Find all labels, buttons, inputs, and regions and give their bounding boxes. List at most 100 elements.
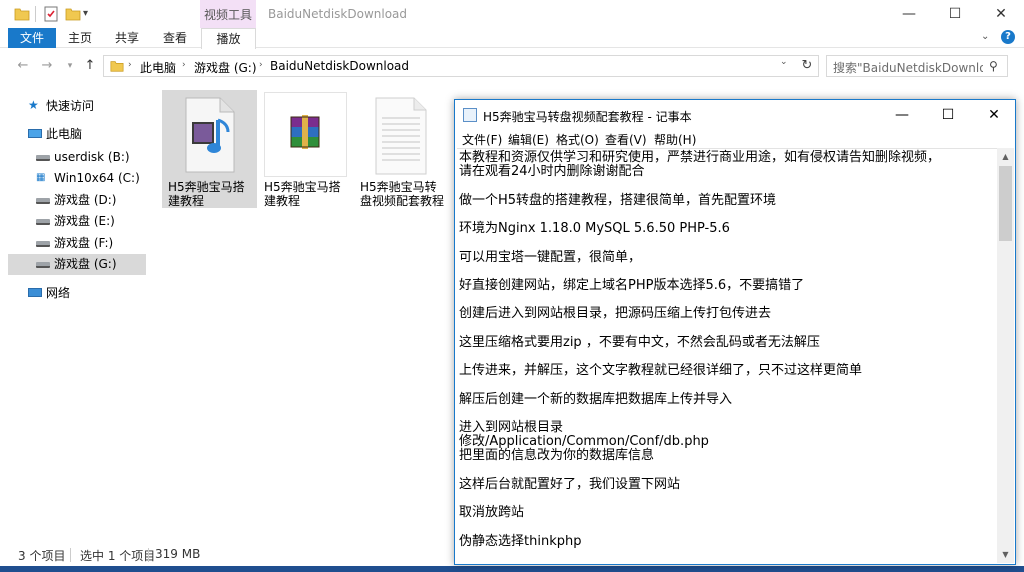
properties-icon[interactable] [43, 6, 59, 22]
recent-locations-chevron-icon[interactable]: ▾ [60, 56, 80, 76]
breadcrumb-current-folder[interactable]: BaiduNetdiskDownload [270, 59, 409, 73]
tab-file[interactable]: 文件 [8, 28, 56, 48]
search-icon[interactable]: ⚲ [989, 59, 998, 73]
minimize-button[interactable]: — [886, 0, 932, 28]
scrollbar-thumb[interactable] [999, 166, 1012, 241]
nav-item-drive-d[interactable]: 游戏盘 (D:) [8, 190, 146, 211]
menu-format[interactable]: 格式(O) [556, 131, 599, 148]
drive-icon [36, 219, 50, 225]
nav-item-userdisk-b[interactable]: userdisk (B:) [8, 147, 146, 168]
help-icon[interactable]: ? [1001, 30, 1015, 44]
file-item-video[interactable]: H5奔驰宝马搭建教程 [162, 90, 257, 208]
address-folder-icon [110, 59, 124, 76]
nav-item-quick-access[interactable]: ★ 快速访问 [8, 96, 146, 117]
quick-access-separator [35, 6, 36, 22]
computer-icon [28, 129, 42, 138]
video-file-icon [168, 92, 251, 177]
folder-icon[interactable] [14, 6, 30, 22]
scroll-down-arrow-icon[interactable]: ▼ [997, 546, 1014, 563]
drive-icon [36, 262, 50, 268]
text-line: 请在观看24小时内删除谢谢配合 [459, 164, 645, 179]
tab-play[interactable]: 播放 [201, 28, 256, 49]
tab-view[interactable]: 查看 [154, 28, 196, 48]
text-line: 这里压缩格式要用zip ，不要有中文，不然会乱码或者无法解压 [459, 335, 820, 350]
up-arrow-icon[interactable]: ↑ [80, 56, 100, 76]
selection-count: 选中 1 个项目 [80, 549, 156, 563]
text-line: 修改/Application/Common/Conf/db.php [459, 434, 709, 449]
notepad-title: H5奔驰宝马转盘视频配套教程 - 记事本 [483, 110, 692, 124]
menu-help[interactable]: 帮助(H) [654, 131, 696, 148]
file-name: H5奔驰宝马搭建教程 [264, 180, 341, 208]
text-line: 做一个H5转盘的搭建教程，搭建很简单，首先配置环境 [459, 193, 777, 208]
selection-size: 319 MB [155, 547, 201, 561]
nav-item-this-pc[interactable]: 此电脑 [8, 124, 146, 145]
text-line: 取消放跨站 [459, 505, 525, 520]
notepad-window[interactable]: H5奔驰宝马转盘视频配套教程 - 记事本 — ☐ ✕ 文件(F) 编辑(E) 格… [454, 99, 1016, 565]
notepad-icon [463, 108, 477, 122]
expand-ribbon-chevron-icon[interactable]: ⌄ [981, 31, 989, 42]
notepad-close-button[interactable]: ✕ [971, 100, 1017, 130]
tab-share[interactable]: 共享 [106, 28, 148, 48]
text-line: 伪静态选择thinkphp [459, 534, 582, 549]
scroll-up-arrow-icon[interactable]: ▲ [997, 148, 1014, 165]
quick-access-dropdown-icon[interactable]: ▾ [83, 8, 99, 24]
ribbon-tabs: 文件 主页 共享 查看 播放 ⌄ ? [0, 28, 1024, 49]
notepad-maximize-button[interactable]: ☐ [925, 100, 971, 130]
forward-arrow-icon[interactable]: → [37, 56, 57, 76]
search-box[interactable]: 搜索"BaiduNetdiskDownlo... ⚲ [826, 55, 1008, 77]
file-name: H5奔驰宝马转盘视频配套教程 [360, 180, 445, 208]
nav-item-drive-f[interactable]: 游戏盘 (F:) [8, 233, 146, 254]
status-separator [148, 548, 149, 562]
video-tools-context-tab: 视频工具 [200, 0, 256, 28]
search-input[interactable]: 搜索"BaiduNetdiskDownlo... [833, 59, 983, 76]
rar-archive-icon [264, 92, 347, 177]
breadcrumb-this-pc[interactable]: 此电脑 [140, 59, 176, 76]
desktop-edge [0, 566, 1024, 572]
menu-edit[interactable]: 编辑(E) [508, 131, 549, 148]
drive-icon [36, 155, 50, 161]
file-item-text[interactable]: H5奔驰宝马转盘视频配套教程 [354, 90, 449, 208]
text-line: 创建后进入到网站根目录，把源码压缩上传打包传进去 [459, 306, 772, 321]
breadcrumb-drive-g[interactable]: 游戏盘 (G:) [194, 59, 257, 76]
refresh-icon[interactable]: ↻ [797, 56, 817, 76]
nav-item-drive-g[interactable]: 游戏盘 (G:) [8, 254, 146, 275]
text-line: 可以用宝塔一键配置，很简单， [459, 250, 642, 265]
vertical-scrollbar[interactable]: ▲ ▼ [997, 148, 1014, 563]
breadcrumb-chevron-icon[interactable]: › [182, 60, 186, 70]
drive-icon [36, 241, 50, 247]
tab-home[interactable]: 主页 [60, 28, 100, 48]
text-line: 把里面的信息改为你的数据库信息 [459, 448, 655, 463]
text-line: 进入到网站根目录 [459, 420, 564, 435]
windows-drive-icon: ▦ [36, 172, 46, 183]
menu-file[interactable]: 文件(F) [462, 131, 502, 148]
title-bar[interactable]: ▾ 视频工具 BaiduNetdiskDownload — ☐ ✕ [0, 0, 1024, 28]
back-arrow-icon[interactable]: ← [13, 56, 33, 76]
drive-icon [36, 198, 50, 204]
notepad-title-bar[interactable]: H5奔驰宝马转盘视频配套教程 - 记事本 — ☐ ✕ [455, 100, 1015, 130]
nav-item-network[interactable]: 网络 [8, 283, 146, 304]
nav-item-drive-e[interactable]: 游戏盘 (E:) [8, 211, 146, 232]
text-file-icon [360, 92, 443, 177]
address-history-chevron-icon[interactable]: ⌄ [780, 57, 788, 67]
close-button[interactable]: ✕ [978, 0, 1024, 28]
network-icon [28, 288, 42, 297]
new-folder-icon[interactable] [65, 6, 81, 22]
notepad-minimize-button[interactable]: — [879, 100, 925, 130]
breadcrumb-chevron-icon[interactable]: › [259, 60, 263, 70]
text-line: 本教程和资源仅供学习和研究使用，严禁进行商业用途，如有侵权请告知删除视频， [459, 150, 941, 165]
notepad-menu-bar: 文件(F) 编辑(E) 格式(O) 查看(V) 帮助(H) [455, 130, 1015, 148]
item-count: 3 个项目 [18, 549, 66, 563]
maximize-button[interactable]: ☐ [932, 0, 978, 28]
menu-view[interactable]: 查看(V) [605, 131, 647, 148]
window-title: BaiduNetdiskDownload [268, 7, 408, 21]
notepad-text-area[interactable]: 本教程和资源仅供学习和研究使用，严禁进行商业用途，如有侵权请告知删除视频， 请在… [457, 148, 997, 563]
text-line: 上传进来，并解压，这个文字教程就已经很详细了，只不过这样更简单 [459, 363, 863, 378]
file-name: H5奔驰宝马搭建教程 [168, 180, 245, 208]
text-line: 解压后创建一个新的数据库把数据库上传并导入 [459, 392, 733, 407]
breadcrumb-chevron-icon[interactable]: › [128, 60, 132, 70]
file-item-rar[interactable]: H5奔驰宝马搭建教程 [258, 90, 353, 208]
nav-item-win10x64-c[interactable]: ▦ Win10x64 (C:) [8, 168, 146, 189]
star-icon: ★ [28, 98, 39, 112]
text-line: 好直接创建网站，绑定上域名PHP版本选择5.6，不要搞错了 [459, 278, 805, 293]
address-bar[interactable]: › 此电脑 › 游戏盘 (G:) › BaiduNetdiskDownload [103, 55, 819, 77]
